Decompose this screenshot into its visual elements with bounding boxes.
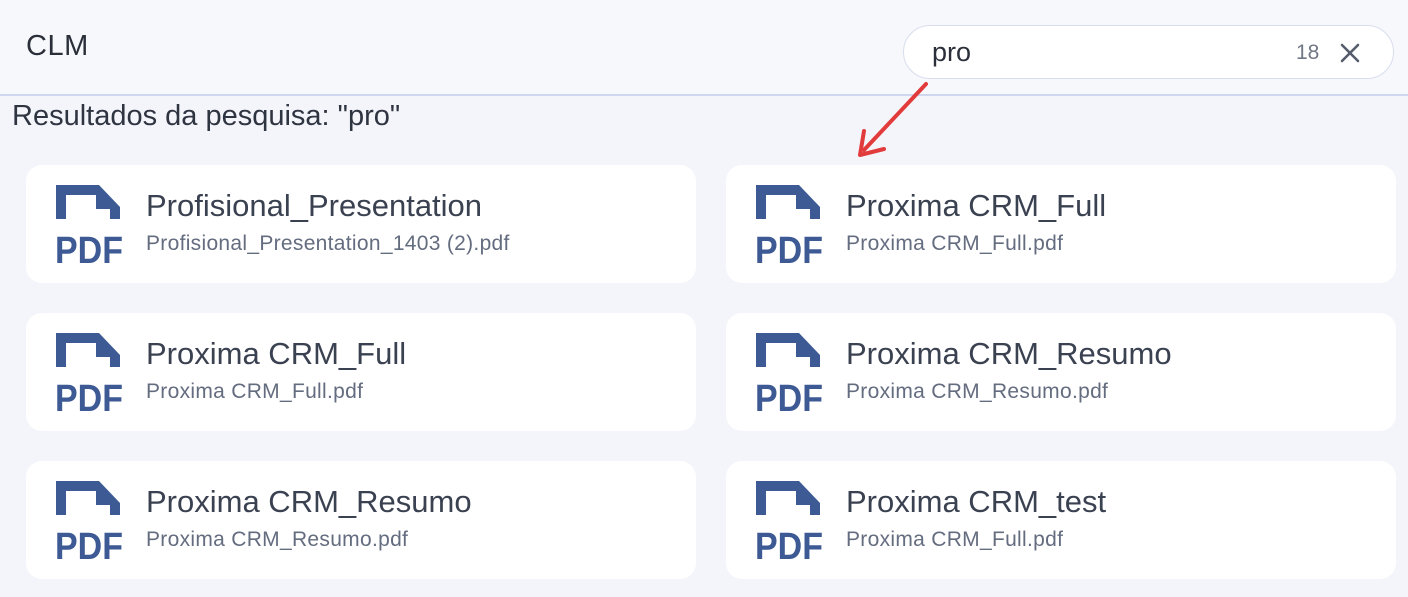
search-box[interactable]: 18	[903, 25, 1394, 79]
file-name: Proxima CRM_Resumo.pdf	[146, 528, 409, 551]
results-heading: Resultados da pesquisa: "pro"	[12, 100, 401, 132]
result-card[interactable]: PDF Proxima CRM_Resumo Proxima CRM_Resum…	[26, 461, 696, 579]
file-name: Profisional_Presentation_1403 (2).pdf	[146, 232, 510, 255]
results-grid: PDF Profisional_Presentation Profisional…	[26, 165, 1396, 579]
result-card[interactable]: PDF Proxima CRM_Full Proxima CRM_Full.pd…	[26, 313, 696, 431]
search-input[interactable]	[932, 36, 1272, 68]
search-result-count: 18	[1296, 41, 1320, 64]
file-title: Proxima CRM_Full	[846, 188, 1107, 223]
file-name: Proxima CRM_Full.pdf	[146, 380, 364, 403]
svg-text:PDF: PDF	[755, 378, 823, 415]
pdf-file-icon: PDF	[55, 185, 123, 267]
pdf-file-icon: PDF	[755, 481, 823, 563]
file-title: Proxima CRM_Full	[146, 336, 407, 371]
result-card[interactable]: PDF Profisional_Presentation Profisional…	[26, 165, 696, 283]
file-name: Proxima CRM_Resumo.pdf	[846, 380, 1109, 403]
top-bar: CLM 18	[0, 0, 1408, 96]
clear-search-button[interactable]	[1337, 40, 1363, 66]
file-name: Proxima CRM_Full.pdf	[846, 232, 1064, 255]
svg-text:PDF: PDF	[55, 526, 123, 563]
pdf-file-icon: PDF	[55, 481, 123, 563]
svg-text:PDF: PDF	[55, 230, 123, 267]
svg-text:PDF: PDF	[755, 526, 823, 563]
pdf-file-icon: PDF	[755, 333, 823, 415]
pdf-file-icon: PDF	[755, 185, 823, 267]
file-title: Profisional_Presentation	[146, 188, 483, 223]
pdf-file-icon: PDF	[55, 333, 123, 415]
result-card[interactable]: PDF Proxima CRM_Full Proxima CRM_Full.pd…	[726, 165, 1396, 283]
app-title: CLM	[26, 30, 89, 62]
file-title: Proxima CRM_test	[846, 484, 1107, 519]
close-icon	[1340, 43, 1360, 63]
result-card[interactable]: PDF Proxima CRM_test Proxima CRM_Full.pd…	[726, 461, 1396, 579]
file-title: Proxima CRM_Resumo	[146, 484, 472, 519]
file-title: Proxima CRM_Resumo	[846, 336, 1172, 371]
result-card[interactable]: PDF Proxima CRM_Resumo Proxima CRM_Resum…	[726, 313, 1396, 431]
file-name: Proxima CRM_Full.pdf	[846, 528, 1064, 551]
svg-text:PDF: PDF	[755, 230, 823, 267]
svg-text:PDF: PDF	[55, 378, 123, 415]
